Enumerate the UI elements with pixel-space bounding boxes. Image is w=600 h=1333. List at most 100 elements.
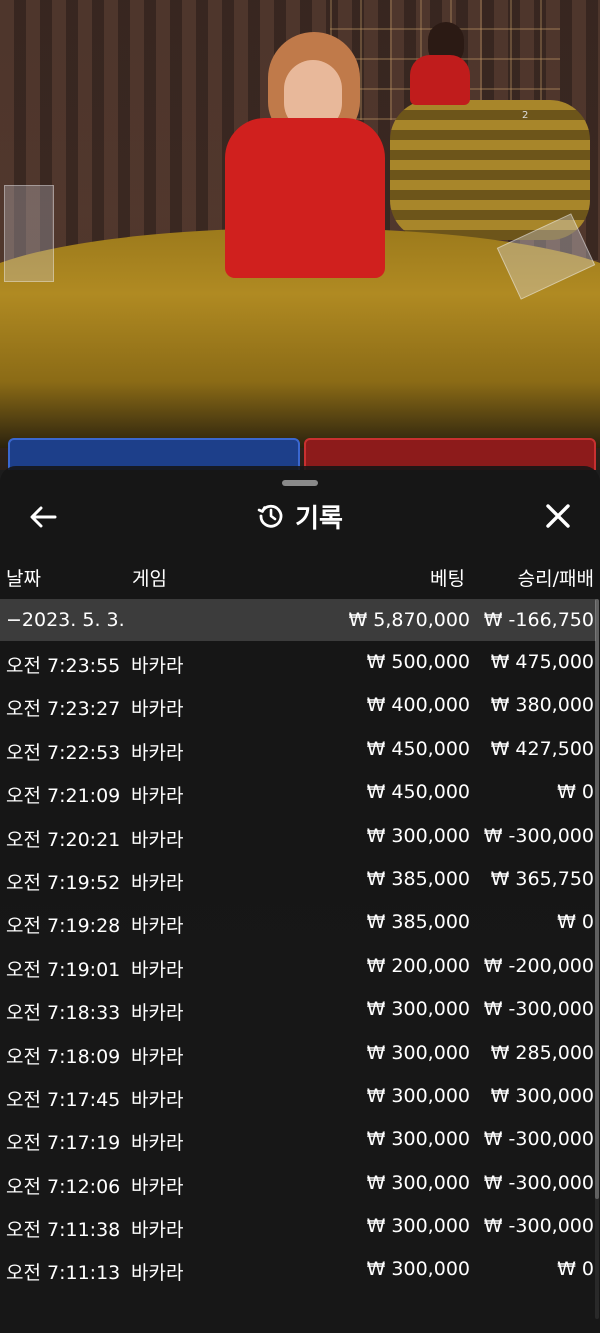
row-result: ₩ 380,000 — [490, 694, 594, 717]
row-bet: ₩ 450,000 — [366, 781, 470, 804]
history-row[interactable]: 오전 7:22:53 바카라 ₩ 450,000 ₩ 427,500 — [0, 728, 596, 771]
row-time: 오전 7:18:09 — [6, 1045, 121, 1068]
row-game: 바카라 — [131, 1175, 184, 1198]
col-header-date: 날짜 — [6, 568, 41, 590]
history-row[interactable]: 오전 7:12:06 바카라 ₩ 300,000 ₩ -300,000 — [0, 1162, 596, 1205]
history-row[interactable]: 오전 7:20:21 바카라 ₩ 300,000 ₩ -300,000 — [0, 815, 596, 858]
row-time: 오전 7:19:52 — [6, 871, 121, 894]
row-result: ₩ 0 — [557, 1258, 594, 1281]
row-game: 바카라 — [131, 741, 184, 764]
column-headers: 날짜 게임 베팅 승리/패배 — [0, 564, 600, 592]
date-group-result-total: ₩ -166,750 — [483, 609, 594, 631]
row-bet: ₩ 500,000 — [366, 651, 470, 673]
history-clock-icon — [257, 504, 283, 528]
date-group-header[interactable]: −2023. 5. 3. ₩ 5,870,000 ₩ -166,750 — [0, 599, 596, 641]
history-row[interactable]: 오전 7:11:38 바카라 ₩ 300,000 ₩ -300,000 — [0, 1205, 596, 1248]
row-game: 바카라 — [131, 1132, 184, 1155]
row-time: 오전 7:17:19 — [6, 1132, 121, 1155]
close-x-icon — [546, 504, 570, 528]
arrow-left-icon — [30, 506, 57, 528]
row-time: 오전 7:11:13 — [6, 1262, 121, 1285]
row-game: 바카라 — [131, 1002, 184, 1025]
row-bet: ₩ 385,000 — [366, 911, 470, 934]
row-result: ₩ -200,000 — [483, 954, 594, 977]
history-row[interactable]: 오전 7:18:09 바카라 ₩ 300,000 ₩ 285,000 — [0, 1032, 596, 1075]
row-time: 오전 7:22:53 — [6, 741, 121, 764]
video-counter: 2 — [522, 110, 529, 121]
col-header-result: 승리/패배 — [517, 568, 594, 590]
row-time: 오전 7:20:21 — [6, 828, 121, 851]
row-time: 오전 7:18:33 — [6, 1002, 121, 1025]
row-game: 바카라 — [131, 698, 184, 721]
close-button[interactable] — [540, 498, 576, 534]
history-row[interactable]: 오전 7:11:13 바카라 ₩ 300,000 ₩ 0 — [0, 1248, 596, 1291]
panel-header: 기록 — [0, 496, 600, 536]
history-row[interactable]: 오전 7:19:28 바카라 ₩ 385,000 ₩ 0 — [0, 901, 596, 944]
row-time: 오전 7:11:38 — [6, 1219, 121, 1242]
row-bet: ₩ 300,000 — [366, 1128, 470, 1151]
live-video-feed: PLAYER BANKER 2 — [0, 0, 600, 470]
row-game: 바카라 — [131, 828, 184, 851]
card-holder — [4, 185, 54, 282]
row-result: ₩ -300,000 — [483, 824, 594, 847]
row-game: 바카라 — [131, 1045, 184, 1068]
date-group-date: −2023. 5. 3. — [6, 609, 125, 631]
row-time: 오전 7:23:55 — [6, 655, 121, 677]
row-result: ₩ 0 — [557, 781, 594, 804]
row-result: ₩ -300,000 — [483, 998, 594, 1021]
col-header-bet: 베팅 — [430, 568, 465, 590]
back-button[interactable] — [26, 500, 60, 534]
row-result: ₩ -300,000 — [483, 1128, 594, 1151]
history-row[interactable]: 오전 7:17:45 바카라 ₩ 300,000 ₩ 300,000 — [0, 1075, 596, 1118]
scrollbar[interactable] — [595, 599, 599, 1319]
row-game: 바카라 — [131, 958, 184, 981]
row-time: 오전 7:12:06 — [6, 1175, 121, 1198]
history-row[interactable]: 오전 7:18:33 바카라 ₩ 300,000 ₩ -300,000 — [0, 988, 596, 1031]
second-dealer — [410, 55, 470, 105]
row-game: 바카라 — [131, 655, 184, 677]
scrollbar-thumb[interactable] — [595, 599, 599, 1199]
row-bet: ₩ 400,000 — [366, 694, 470, 717]
page-title: 기록 — [295, 503, 343, 534]
history-panel: 기록 날짜 게임 베팅 승리/패배 −2023. 5. 3. ₩ 5,870,0… — [0, 466, 600, 1333]
row-time: 오전 7:19:01 — [6, 958, 121, 981]
row-result: ₩ 285,000 — [490, 1041, 594, 1064]
row-bet: ₩ 385,000 — [366, 867, 470, 890]
row-result: ₩ -300,000 — [483, 1215, 594, 1238]
row-game: 바카라 — [131, 785, 184, 808]
row-time: 오전 7:21:09 — [6, 785, 121, 808]
row-game: 바카라 — [131, 1262, 184, 1285]
history-row[interactable]: 오전 7:19:52 바카라 ₩ 385,000 ₩ 365,750 — [0, 858, 596, 901]
row-result: ₩ 0 — [557, 911, 594, 934]
row-result: ₩ 427,500 — [490, 737, 594, 760]
row-bet: ₩ 300,000 — [366, 824, 470, 847]
row-result: ₩ 475,000 — [490, 651, 594, 673]
row-game: 바카라 — [131, 871, 184, 894]
history-row[interactable]: 오전 7:17:19 바카라 ₩ 300,000 ₩ -300,000 — [0, 1118, 596, 1161]
row-result: ₩ -300,000 — [483, 1171, 594, 1194]
row-result: ₩ 300,000 — [490, 1084, 594, 1107]
row-game: 바카라 — [131, 915, 184, 938]
row-bet: ₩ 300,000 — [366, 998, 470, 1021]
row-game: 바카라 — [131, 1219, 184, 1242]
history-list: −2023. 5. 3. ₩ 5,870,000 ₩ -166,750 오전 7… — [0, 599, 596, 1292]
row-bet: ₩ 300,000 — [366, 1258, 470, 1281]
row-bet: ₩ 200,000 — [366, 954, 470, 977]
drag-handle[interactable] — [282, 480, 318, 486]
history-row[interactable]: 오전 7:21:09 바카라 ₩ 450,000 ₩ 0 — [0, 771, 596, 814]
row-bet: ₩ 300,000 — [366, 1171, 470, 1194]
history-row[interactable]: 오전 7:23:27 바카라 ₩ 400,000 ₩ 380,000 — [0, 684, 596, 727]
dealer — [225, 118, 385, 278]
row-bet: ₩ 300,000 — [366, 1084, 470, 1107]
row-result: ₩ 365,750 — [490, 867, 594, 890]
row-time: 오전 7:23:27 — [6, 698, 121, 721]
history-row[interactable]: 오전 7:19:01 바카라 ₩ 200,000 ₩ -200,000 — [0, 945, 596, 988]
history-row[interactable]: 오전 7:23:55 바카라 ₩ 500,000 ₩ 475,000 — [0, 641, 596, 684]
row-time: 오전 7:17:45 — [6, 1088, 121, 1111]
row-bet: ₩ 300,000 — [366, 1041, 470, 1064]
date-group-bet-total: ₩ 5,870,000 — [348, 609, 470, 631]
row-bet: ₩ 450,000 — [366, 737, 470, 760]
row-time: 오전 7:19:28 — [6, 915, 121, 938]
row-bet: ₩ 300,000 — [366, 1215, 470, 1238]
row-game: 바카라 — [131, 1088, 184, 1111]
